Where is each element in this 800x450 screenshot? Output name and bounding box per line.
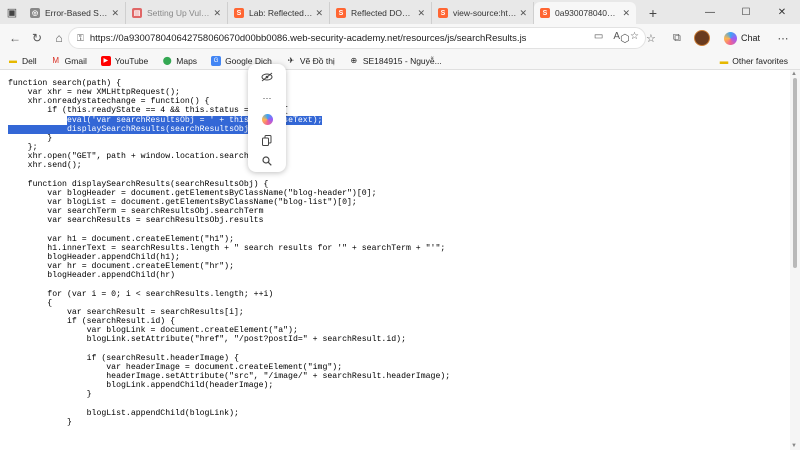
doc-icon: ▤ — [132, 8, 142, 18]
bookmark-label: Gmail — [64, 55, 87, 66]
chat-label: Chat — [740, 33, 760, 43]
tab-strip: ▣ ◎ Error-Based SQL Injec ✕ ▤ Setting Up… — [0, 0, 800, 24]
tab-label: Reflected DOM XSS — [351, 8, 414, 18]
refresh-icon[interactable]: ↻ — [26, 27, 48, 49]
portswigger-icon: S — [336, 8, 346, 18]
gmail-icon: M — [52, 56, 59, 65]
bookmark-se184915[interactable]: ⊕ SE184915 - Nguyễ... — [349, 55, 442, 66]
portswigger-icon: S — [234, 8, 244, 18]
folder-icon: ▬ — [9, 56, 17, 65]
bookmark-maps[interactable]: ⬤ Maps — [162, 56, 197, 66]
page-content: function search(path) { var xhr = new XM… — [0, 70, 790, 450]
site-info-icon[interactable]: ⚿ — [77, 33, 84, 44]
copy-icon[interactable] — [257, 133, 277, 147]
globe-icon: ⊕ — [350, 56, 358, 65]
bookmark-label: SE184915 - Nguyễ... — [362, 55, 442, 66]
close-icon[interactable]: ✕ — [417, 8, 425, 19]
scrollbar-thumb[interactable] — [793, 78, 797, 268]
tab-label: Setting Up Vulnerabl — [147, 8, 211, 18]
bookmarks-bar: ▬ Dell M Gmail ▶ YouTube ⬤ Maps G Google… — [0, 52, 800, 70]
copilot-icon[interactable] — [257, 112, 277, 126]
extensions-icon[interactable]: ⬡ — [616, 27, 634, 49]
more-icon[interactable]: ⋯ — [257, 91, 277, 105]
scroll-up-icon[interactable]: ▲ — [791, 71, 797, 77]
globe-icon: ◎ — [30, 8, 40, 18]
bookmark-dell[interactable]: ▬ Dell — [8, 56, 37, 66]
tab-4[interactable]: S view-source:https://0 ✕ — [432, 2, 534, 24]
address-bar[interactable]: ⚿ https://0a930078040642758060670d00bb00… — [68, 27, 646, 49]
close-icon[interactable]: ✕ — [519, 8, 527, 19]
bookmark-youtube[interactable]: ▶ YouTube — [100, 55, 149, 66]
tab-2[interactable]: S Lab: Reflected DOM X ✕ — [228, 2, 330, 24]
tab-label: Error-Based SQL Injec — [45, 8, 109, 18]
selection-mini-menu: ⋯ — [248, 64, 286, 172]
youtube-icon: ▶ — [100, 55, 111, 66]
translate-icon: G — [211, 55, 222, 66]
tab-label: Lab: Reflected DOM X — [249, 8, 313, 18]
close-icon[interactable]: ✕ — [213, 8, 221, 19]
search-icon[interactable] — [257, 154, 277, 168]
url-text[interactable]: https://0a930078040642758060670d00bb0086… — [90, 33, 527, 44]
bookmark-label: Dell — [22, 55, 37, 66]
bookmark-gmail[interactable]: M Gmail — [51, 56, 87, 66]
close-icon[interactable]: ✕ — [111, 8, 119, 19]
collections-icon[interactable]: ⧉ — [668, 27, 686, 49]
favorites-icon[interactable]: ☆ — [642, 27, 660, 49]
bookmark-label: Maps — [176, 55, 198, 66]
close-window-button[interactable]: ✕ — [764, 0, 800, 24]
tab-5-active[interactable]: S 0a930078040642758060 ✕ — [534, 2, 636, 24]
bookmark-graph[interactable]: ✈ Vẽ Đồ thị — [286, 55, 335, 66]
workspaces-icon[interactable]: ▣ — [0, 0, 24, 24]
back-icon[interactable]: ← — [4, 27, 26, 49]
new-tab-button[interactable]: + — [642, 2, 664, 24]
home-icon[interactable]: ⌂ — [48, 27, 70, 49]
maximize-button[interactable]: ☐ — [728, 0, 764, 24]
tab-0[interactable]: ◎ Error-Based SQL Injec ✕ — [24, 2, 126, 24]
copilot-icon — [723, 31, 737, 45]
bookmark-label: Vẽ Đồ thị — [299, 55, 335, 66]
bookmark-label: YouTube — [114, 55, 149, 66]
chat-button[interactable]: Chat — [718, 29, 766, 48]
portswigger-icon: S — [540, 8, 550, 18]
toolbar: ← ↻ ⌂ ⚿ https://0a930078040642758060670d… — [0, 24, 800, 52]
graph-icon: ✈ — [287, 56, 295, 65]
minimize-button[interactable]: — — [692, 0, 728, 24]
tab-label: view-source:https://0 — [453, 8, 516, 18]
code-after: } }; xhr.open("GET", path + window.locat… — [27, 133, 451, 427]
more-icon[interactable]: ⋯ — [774, 27, 792, 49]
tab-1[interactable]: ▤ Setting Up Vulnerabl ✕ — [126, 2, 228, 24]
scroll-down-icon[interactable]: ▼ — [791, 443, 797, 449]
source-code[interactable]: function search(path) { var xhr = new XM… — [0, 70, 790, 427]
reader-view-icon[interactable]: ▭ — [594, 31, 603, 42]
tab-label: 0a930078040642758060 — [555, 8, 619, 18]
maps-icon: ⬤ — [162, 56, 172, 65]
close-icon[interactable]: ✕ — [315, 8, 323, 19]
tab-3[interactable]: S Reflected DOM XSS ✕ — [330, 2, 432, 24]
portswigger-icon: S — [438, 8, 448, 18]
folder-icon: ▬ — [719, 55, 729, 66]
avatar[interactable] — [693, 30, 710, 46]
other-favorites[interactable]: ▬ Other favorites — [720, 56, 788, 66]
eye-off-icon[interactable] — [257, 70, 277, 84]
other-favorites-label: Other favorites — [732, 55, 788, 66]
close-icon[interactable]: ✕ — [622, 8, 630, 19]
vertical-scrollbar[interactable]: ▲ ▼ — [790, 70, 800, 450]
